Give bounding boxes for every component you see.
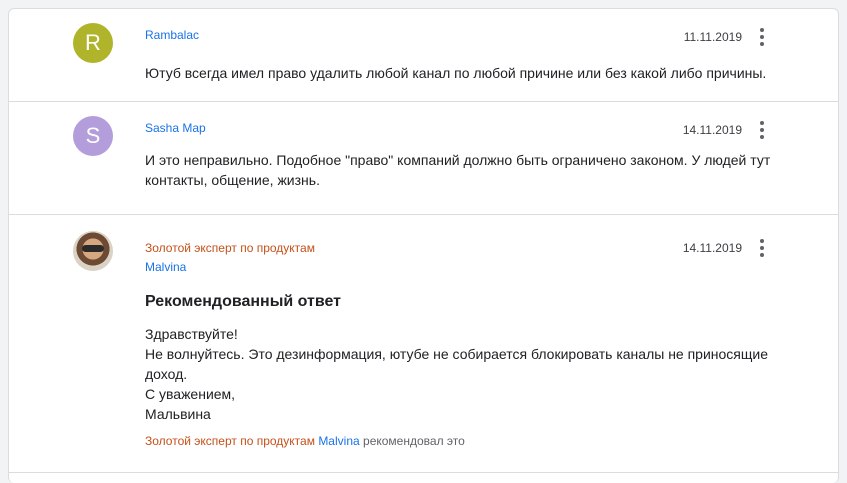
answer-text: Здравствуйте! Не волнуйтесь. Это дезинфо… (145, 324, 785, 424)
answer-line: С уважением, (145, 386, 236, 402)
answer-line: Мальвина (145, 406, 211, 422)
answer-line: Не волнуйтесь. Это дезинформация, ютубе … (145, 346, 769, 362)
recommended-suffix: рекомендовал это (363, 434, 465, 448)
post-date: 14.11.2019 (682, 123, 742, 137)
expert-badge: Золотой эксперт по продуктам (145, 241, 315, 255)
reply-text: Ютуб всегда имел право удалить любой кан… (145, 65, 767, 81)
more-options-icon[interactable] (754, 27, 770, 47)
author-link[interactable]: Sasha Map (145, 121, 206, 135)
avatar[interactable]: S (73, 116, 113, 156)
author-link[interactable]: Rambalac (145, 28, 199, 42)
recommended-answer-post: Золотой эксперт по продуктам Malvina 14.… (9, 215, 838, 473)
more-options-icon[interactable] (754, 120, 770, 140)
answer-title: Рекомендованный ответ (145, 293, 342, 310)
reply-post: R Rambalac 11.11.2019 Ютуб всегда имел п… (9, 9, 838, 102)
post-date: 14.11.2019 (682, 241, 742, 255)
recommender-link[interactable]: Malvina (318, 434, 359, 448)
reply-text: И это неправильно. Подобное "право" комп… (145, 152, 771, 188)
more-options-icon[interactable] (754, 238, 770, 258)
recommender-badge: Золотой эксперт по продуктам (145, 434, 315, 448)
reply-post: S Sasha Map 14.11.2019 И это неправильно… (9, 102, 838, 215)
thread-card: R Rambalac 11.11.2019 Ютуб всегда имел п… (8, 8, 839, 483)
post-date: 11.11.2019 (683, 30, 742, 44)
avatar-photo (82, 245, 104, 252)
answer-line: Здравствуйте! (145, 326, 238, 342)
recommended-by: Золотой эксперт по продуктам Malvina рек… (145, 434, 465, 448)
avatar[interactable]: R (73, 23, 113, 63)
answer-line: доход. (145, 366, 188, 382)
avatar[interactable] (73, 231, 113, 271)
author-link[interactable]: Malvina (145, 260, 186, 274)
